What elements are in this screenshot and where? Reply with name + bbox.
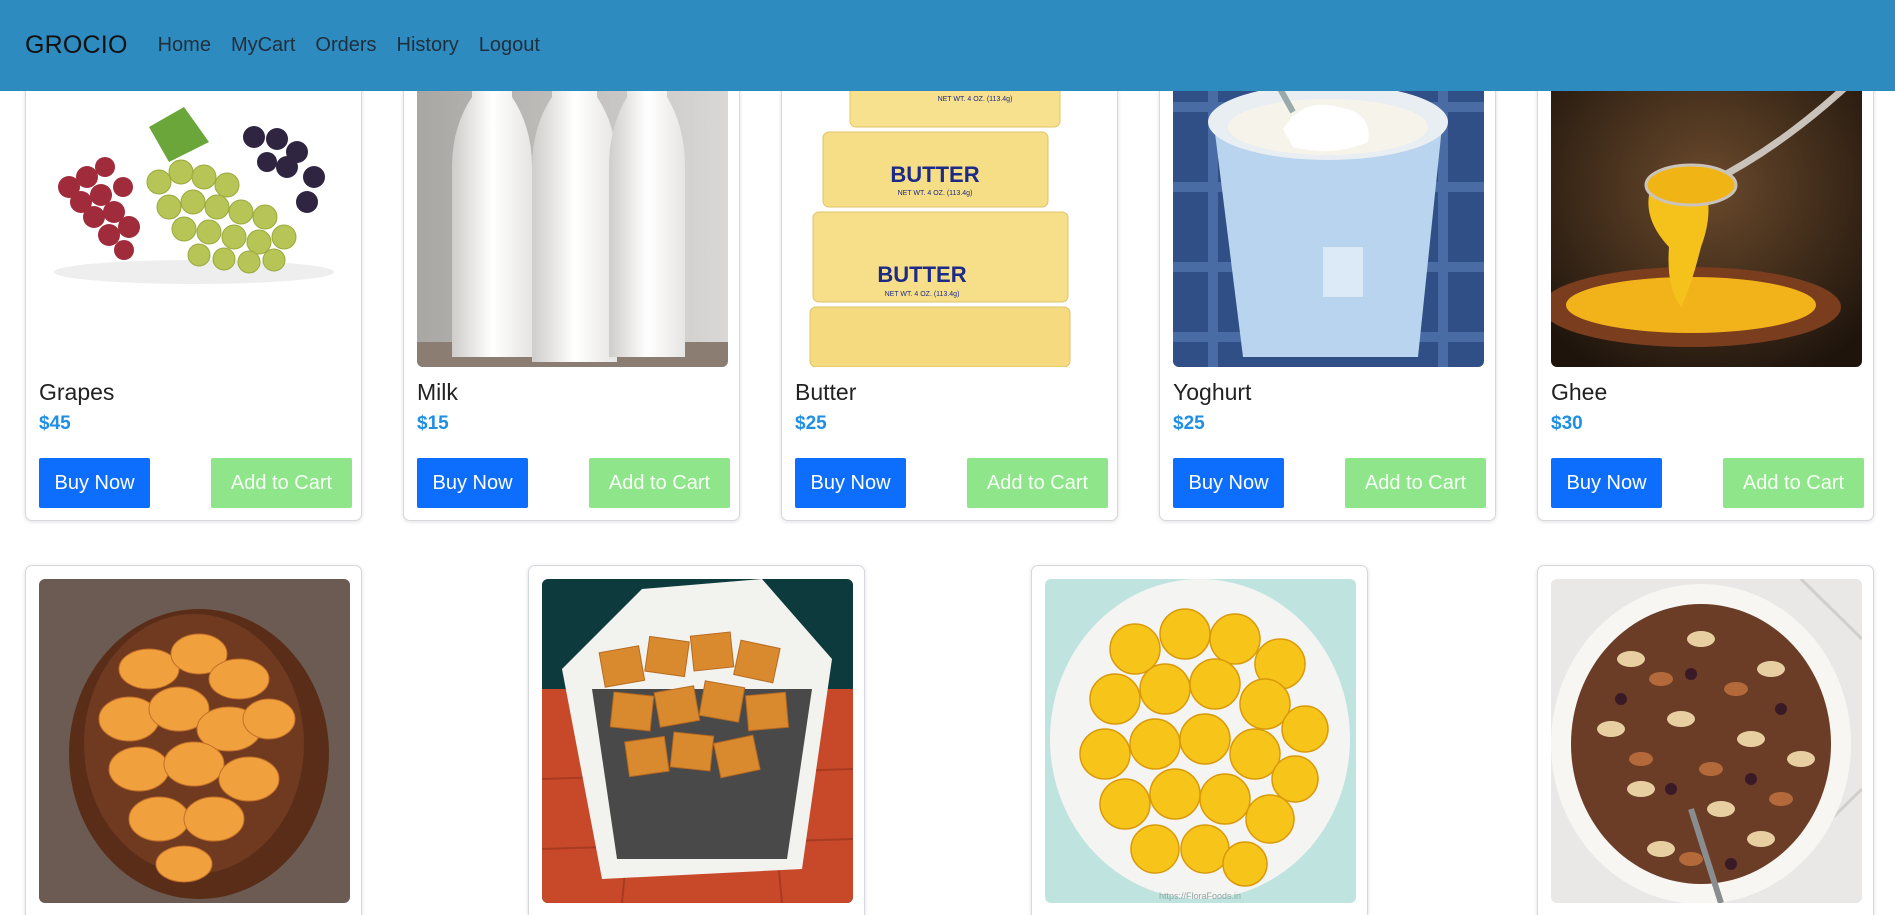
product-name: Grapes xyxy=(39,379,115,405)
butter-label-3: BUTTER xyxy=(877,262,966,287)
buy-now-button[interactable]: Buy Now xyxy=(795,458,906,508)
buy-now-button[interactable]: Buy Now xyxy=(39,458,150,508)
ghee-image xyxy=(1551,67,1862,367)
product-price: $30 xyxy=(1551,413,1583,434)
product-card-yoghurt: Yoghurt $25 Buy Now Add to Cart xyxy=(1159,60,1496,521)
product-card-grapes: Grapes $45 Buy Now Add to Cart xyxy=(25,60,362,521)
watermark-text: https://FloraFoods.in xyxy=(1159,891,1241,901)
nav-orders[interactable]: Orders xyxy=(315,34,376,57)
product-card-chips xyxy=(25,565,362,915)
butter-weight-2: NET WT. 4 OZ. (113.4g) xyxy=(898,190,973,197)
butter-image: BUTTER BUTTER BUTTER NET WT. 4 OZ. (113.… xyxy=(795,67,1106,367)
nav-logout[interactable]: Logout xyxy=(479,34,540,57)
nav-history[interactable]: History xyxy=(397,34,459,57)
add-to-cart-button[interactable]: Add to Cart xyxy=(967,458,1108,508)
crackers-basket-image xyxy=(542,579,853,903)
product-card-milk: Milk $15 Buy Now Add to Cart xyxy=(403,60,740,521)
add-to-cart-button[interactable]: Add to Cart xyxy=(1345,458,1486,508)
banana-chips-image: https://FloraFoods.in xyxy=(1045,579,1356,903)
butter-weight-1: NET WT. 4 OZ. (113.4g) xyxy=(938,96,1013,103)
product-price: $25 xyxy=(795,413,827,434)
buy-now-button[interactable]: Buy Now xyxy=(1173,458,1284,508)
mixed-nuts-image xyxy=(1551,579,1862,903)
product-name: Butter xyxy=(795,379,857,405)
add-to-cart-button[interactable]: Add to Cart xyxy=(1723,458,1864,508)
product-name: Ghee xyxy=(1551,379,1608,405)
product-price: $45 xyxy=(39,413,71,434)
buy-now-button[interactable]: Buy Now xyxy=(417,458,528,508)
brand-logo[interactable]: GROCIO xyxy=(25,31,128,60)
product-card-butter: BUTTER BUTTER BUTTER NET WT. 4 OZ. (113.… xyxy=(781,60,1118,521)
potato-chips-image xyxy=(39,579,350,903)
nav-mycart[interactable]: MyCart xyxy=(231,34,295,57)
product-card-ghee: Ghee $30 Buy Now Add to Cart xyxy=(1537,60,1874,521)
navbar: GROCIO Home MyCart Orders History Logout xyxy=(0,0,1895,91)
product-card-crackers xyxy=(528,565,865,915)
add-to-cart-button[interactable]: Add to Cart xyxy=(589,458,730,508)
butter-weight-3: NET WT. 4 OZ. (113.4g) xyxy=(885,291,960,298)
product-card-banana-chips: https://FloraFoods.in xyxy=(1031,565,1368,915)
buy-now-button[interactable]: Buy Now xyxy=(1551,458,1662,508)
grapes-image xyxy=(39,67,350,367)
product-price: $25 xyxy=(1173,413,1205,434)
yoghurt-image xyxy=(1173,67,1484,367)
product-name: Yoghurt xyxy=(1173,379,1252,405)
nav-home[interactable]: Home xyxy=(158,34,211,57)
product-card-nuts xyxy=(1537,565,1874,915)
milk-bottles-image xyxy=(417,67,728,367)
butter-label-2: BUTTER xyxy=(890,162,979,187)
product-name: Milk xyxy=(417,379,458,405)
add-to-cart-button[interactable]: Add to Cart xyxy=(211,458,352,508)
product-price: $15 xyxy=(417,413,449,434)
